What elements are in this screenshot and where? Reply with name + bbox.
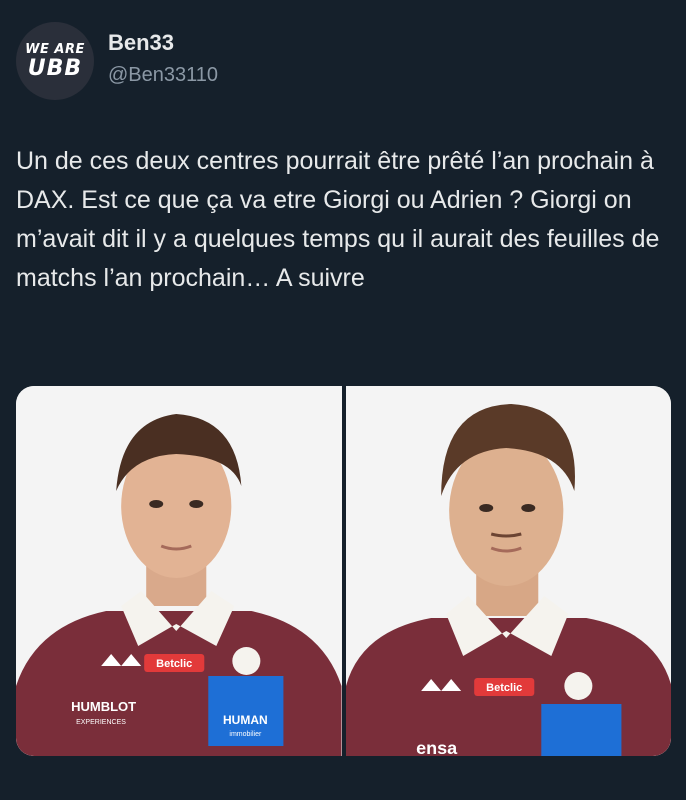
media-grid: Betclic HUMBLOT EXPERIENCES HUMAN immobi… <box>16 386 671 756</box>
sponsor-human-sub: immobilier <box>229 731 262 738</box>
media-photo-right[interactable]: Betclic ensa <box>345 386 671 756</box>
avatar[interactable]: WE ARE UBB <box>16 22 94 100</box>
player-portrait-left: Betclic HUMBLOT EXPERIENCES HUMAN immobi… <box>16 386 342 756</box>
brand-betclic-left: Betclic <box>156 658 192 670</box>
display-name[interactable]: Ben33 <box>108 30 174 56</box>
brand-betclic-right: Betclic <box>486 682 522 694</box>
avatar-line1: WE ARE <box>25 41 85 57</box>
user-handle[interactable]: @Ben33110 <box>108 64 218 87</box>
sponsor-humblot: HUMBLOT <box>71 699 136 714</box>
avatar-line2: UBB <box>27 55 83 81</box>
media-photo-left[interactable]: Betclic HUMBLOT EXPERIENCES HUMAN immobi… <box>16 386 342 756</box>
sponsor-human: HUMAN <box>223 713 268 727</box>
tweet-text: Un de ces deux centres pourrait être prê… <box>16 147 660 292</box>
sponsor-ensa: ensa <box>416 738 458 756</box>
sponsor-humblot-sub: EXPERIENCES <box>76 719 126 726</box>
player-portrait-right: Betclic ensa <box>345 386 671 756</box>
